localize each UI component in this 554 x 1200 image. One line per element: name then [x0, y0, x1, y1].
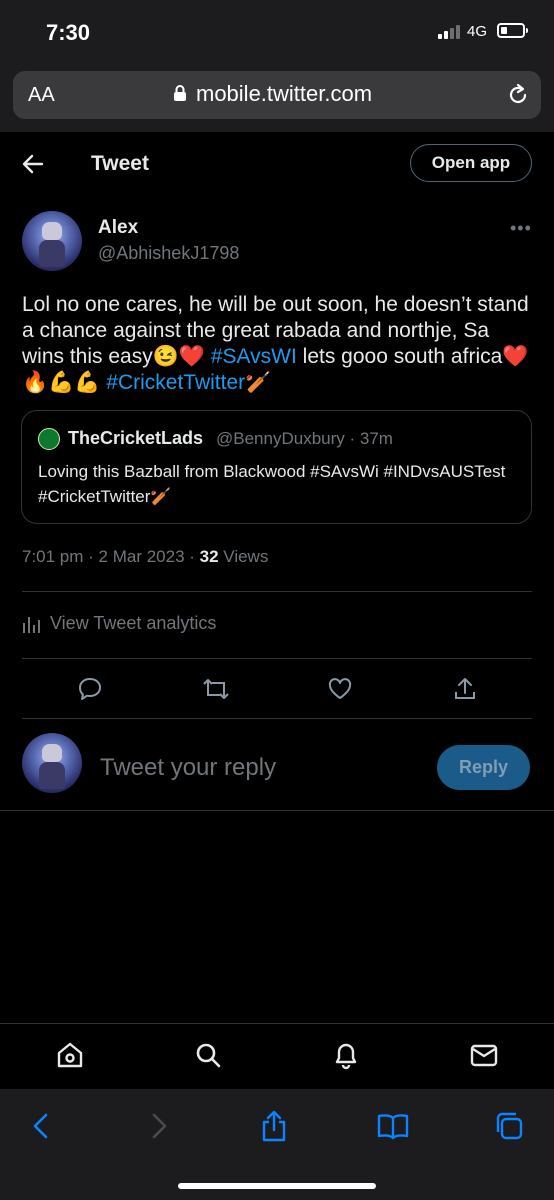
reply-avatar — [22, 733, 82, 793]
arrow-left-icon — [22, 154, 44, 174]
browser-tabs-button[interactable] — [494, 1110, 524, 1142]
quoted-tweet-text: Loving this Bazball from Blackwood #SAvs… — [38, 462, 506, 506]
chevron-left-icon — [33, 1113, 48, 1139]
nav-home[interactable] — [55, 1040, 85, 1070]
home-indicator — [178, 1183, 376, 1189]
browser-share-button[interactable] — [259, 1110, 289, 1142]
cricket-emoji: 🏏 — [245, 371, 272, 394]
analytics-icon — [23, 616, 40, 633]
open-app-button[interactable]: Open app — [410, 144, 532, 182]
status-time: 7:30 — [46, 20, 91, 45]
comment-icon — [79, 678, 101, 700]
text-size-button[interactable]: AA — [28, 84, 55, 107]
signal-icon — [438, 25, 460, 39]
battery-icon — [497, 23, 528, 38]
reload-icon[interactable] — [506, 82, 530, 113]
share-action[interactable] — [452, 676, 478, 702]
quoted-author-avatar — [38, 428, 60, 450]
home-icon — [57, 1042, 83, 1068]
retweet-icon — [203, 679, 229, 699]
book-icon — [377, 1114, 409, 1140]
nav-search[interactable] — [193, 1040, 223, 1070]
reply-input[interactable]: Tweet your reply — [100, 754, 276, 782]
mail-icon — [470, 1044, 498, 1067]
divider — [0, 810, 554, 811]
chevron-right-icon — [152, 1113, 167, 1139]
tabs-icon — [496, 1112, 523, 1140]
back-button[interactable] — [22, 153, 44, 180]
quoted-author-name: TheCricketLads — [68, 428, 204, 448]
author-name[interactable]: Alex — [98, 217, 138, 239]
divider — [22, 591, 532, 592]
views-label: Views — [218, 547, 269, 566]
divider — [22, 658, 532, 659]
reply-action[interactable] — [77, 676, 103, 702]
lock-icon — [173, 84, 187, 107]
browser-bookmarks-button[interactable] — [376, 1110, 409, 1142]
share-icon — [455, 678, 475, 699]
reply-button[interactable]: Reply — [437, 745, 530, 790]
author-avatar[interactable] — [22, 211, 82, 271]
nav-messages[interactable] — [469, 1040, 499, 1070]
url-text[interactable]: mobile.twitter.com — [196, 81, 372, 107]
hashtag-link[interactable]: #SAvsWI — [211, 345, 297, 368]
divider — [22, 718, 532, 719]
view-analytics-link[interactable]: View Tweet analytics — [22, 613, 216, 634]
nav-notifications[interactable] — [331, 1040, 361, 1070]
tweet-meta: 7:01 pm · 2 Mar 2023 · 32 Views — [22, 547, 268, 567]
heart-icon — [328, 678, 352, 699]
page-title: Tweet — [91, 152, 149, 175]
network-label: 4G — [467, 23, 488, 40]
hashtag-link[interactable]: #CricketTwitter — [106, 371, 245, 394]
more-options-icon[interactable]: ••• — [510, 218, 532, 239]
browser-back-button[interactable] — [27, 1110, 57, 1142]
analytics-label: View Tweet analytics — [50, 613, 217, 633]
bell-icon — [335, 1043, 357, 1070]
author-handle[interactable]: @AbhishekJ1798 — [98, 243, 239, 264]
share-icon — [262, 1110, 286, 1142]
browser-forward-button[interactable] — [143, 1110, 173, 1142]
tweet-timestamp: 7:01 pm · 2 Mar 2023 · — [22, 547, 200, 566]
retweet-action[interactable] — [202, 676, 229, 702]
tweet-text: Lol no one cares, he will be out soon, h… — [22, 292, 532, 396]
search-icon — [196, 1043, 221, 1068]
like-action[interactable] — [327, 676, 353, 702]
views-count: 32 — [199, 547, 219, 566]
text-size-label: AA — [28, 84, 55, 106]
quoted-author-handle: @BennyDuxbury · 37m — [216, 429, 393, 448]
